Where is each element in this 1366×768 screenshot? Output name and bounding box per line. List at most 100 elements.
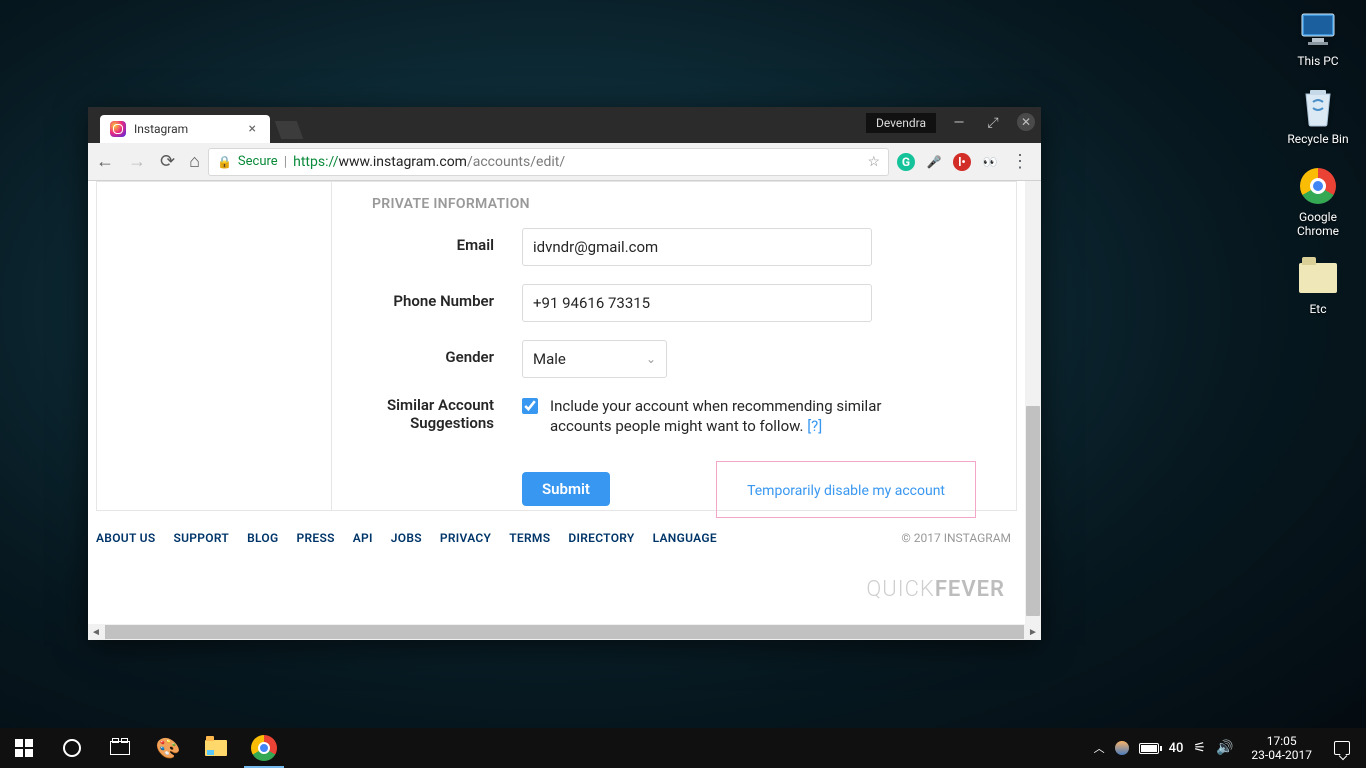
footer-link[interactable]: LANGUAGE bbox=[653, 531, 717, 545]
notification-icon bbox=[1334, 741, 1350, 755]
chrome-icon bbox=[251, 735, 277, 761]
disable-account-box: Temporarily disable my account bbox=[716, 461, 976, 518]
disable-account-link[interactable]: Temporarily disable my account bbox=[747, 483, 945, 499]
battery-icon[interactable] bbox=[1139, 743, 1159, 754]
bookmark-star-icon[interactable]: ☆ bbox=[867, 154, 880, 170]
page-content: PRIVATE INFORMATION Email Phone Number G… bbox=[88, 181, 1025, 624]
secure-label: Secure bbox=[238, 154, 278, 169]
horizontal-scrollbar[interactable]: ◄ ► bbox=[88, 624, 1041, 640]
scrollbar-thumb[interactable] bbox=[1026, 406, 1040, 616]
watermark: QUICKFEVER bbox=[866, 577, 1005, 602]
footer-link[interactable]: API bbox=[353, 531, 373, 545]
forward-button[interactable]: → bbox=[128, 151, 146, 172]
start-button[interactable] bbox=[0, 728, 48, 768]
clock-time: 17:05 bbox=[1251, 734, 1312, 748]
wifi-icon[interactable]: ⚟ bbox=[1193, 740, 1206, 756]
maximize-button[interactable]: ⤢ bbox=[983, 113, 1003, 133]
tab-title: Instagram bbox=[134, 122, 188, 136]
page-footer: ABOUT US SUPPORT BLOG PRESS API JOBS PRI… bbox=[96, 531, 1017, 545]
footer-link[interactable]: ABOUT US bbox=[96, 531, 155, 545]
help-link[interactable]: [?] bbox=[807, 417, 822, 435]
chevron-down-icon: ⌄ bbox=[646, 352, 656, 366]
row-phone: Phone Number bbox=[372, 284, 976, 322]
desktop-icon-this-pc[interactable]: This PC bbox=[1280, 10, 1356, 68]
taskbar-app-explorer[interactable] bbox=[192, 728, 240, 768]
desktop-icon-label: Etc bbox=[1309, 302, 1326, 316]
instagram-icon bbox=[110, 121, 126, 137]
submit-button[interactable]: Submit bbox=[522, 472, 610, 506]
taskview-button[interactable] bbox=[96, 728, 144, 768]
taskbar-right: ︿ 40 ⚟ 🔊 17:05 23-04-2017 bbox=[1086, 728, 1366, 768]
tray-temperature: 40 bbox=[1169, 741, 1184, 756]
vertical-scrollbar[interactable] bbox=[1025, 181, 1041, 624]
taskbar-app-chrome[interactable] bbox=[240, 728, 288, 768]
taskbar-app-paint[interactable]: 🎨 bbox=[144, 728, 192, 768]
gender-select[interactable]: Male ⌄ bbox=[522, 340, 667, 378]
footer-link[interactable]: TERMS bbox=[509, 531, 550, 545]
lock-icon: 🔒 bbox=[217, 155, 232, 169]
footer-link[interactable]: SUPPORT bbox=[173, 531, 229, 545]
chrome-window: Devendra — ⤢ ✕ Instagram × ← → ⟳ ⌂ 🔒 Sec… bbox=[88, 107, 1041, 640]
volume-icon[interactable]: 🔊 bbox=[1216, 740, 1233, 756]
folder-icon bbox=[1298, 258, 1338, 298]
section-title: PRIVATE INFORMATION bbox=[372, 196, 976, 212]
desktop-icon-label: This PC bbox=[1297, 54, 1338, 68]
browser-toolbar: ← → ⟳ ⌂ 🔒 Secure | https://www.instagram… bbox=[88, 143, 1041, 181]
lastpass-icon[interactable]: l• bbox=[953, 153, 971, 171]
recycle-bin-icon bbox=[1298, 88, 1338, 128]
extension-icon[interactable]: 👀 bbox=[981, 153, 999, 171]
scroll-left-icon[interactable]: ◄ bbox=[88, 627, 104, 638]
footer-link[interactable]: DIRECTORY bbox=[568, 531, 634, 545]
grammarly-icon[interactable]: G bbox=[897, 153, 915, 171]
row-email: Email bbox=[372, 228, 976, 266]
footer-copyright: © 2017 INSTAGRAM bbox=[901, 531, 1011, 545]
back-button[interactable]: ← bbox=[96, 151, 114, 172]
close-button[interactable]: ✕ bbox=[1017, 113, 1035, 131]
settings-sidebar bbox=[97, 182, 332, 510]
email-input[interactable] bbox=[522, 228, 872, 266]
new-tab-button[interactable] bbox=[275, 121, 304, 139]
chrome-icon bbox=[1298, 166, 1338, 206]
window-controls: — ⤢ ✕ bbox=[949, 113, 1035, 133]
tab-close-icon[interactable]: × bbox=[245, 121, 260, 137]
explorer-icon bbox=[205, 740, 227, 756]
label-email: Email bbox=[372, 228, 522, 254]
extensions: G 🎤 l• 👀 bbox=[897, 153, 999, 171]
footer-link[interactable]: JOBS bbox=[391, 531, 422, 545]
desktop-icon-label: Google Chrome bbox=[1280, 210, 1356, 238]
desktop-icons: This PC Recycle Bin Google Chrome Etc bbox=[1280, 10, 1356, 316]
tab-instagram[interactable]: Instagram × bbox=[100, 115, 270, 143]
row-gender: Gender Male ⌄ bbox=[372, 340, 976, 378]
taskbar: 🎨 ︿ 40 ⚟ 🔊 17:05 23-04-2017 bbox=[0, 728, 1366, 768]
tray-overflow-button[interactable]: ︿ bbox=[1094, 740, 1105, 756]
weather-icon[interactable] bbox=[1115, 741, 1129, 755]
clock-date: 23-04-2017 bbox=[1251, 748, 1312, 762]
footer-link[interactable]: PRESS bbox=[296, 531, 334, 545]
address-bar[interactable]: 🔒 Secure | https://www.instagram.com/acc… bbox=[208, 148, 889, 176]
chrome-user-badge[interactable]: Devendra bbox=[866, 113, 936, 133]
minimize-button[interactable]: — bbox=[949, 113, 969, 133]
scroll-right-icon[interactable]: ► bbox=[1025, 627, 1041, 638]
phone-input[interactable] bbox=[522, 284, 872, 322]
row-similar: Similar Account Suggestions Include your… bbox=[372, 396, 976, 437]
footer-link[interactable]: PRIVACY bbox=[440, 531, 491, 545]
system-tray: ︿ 40 ⚟ 🔊 bbox=[1086, 740, 1242, 756]
footer-link[interactable]: BLOG bbox=[247, 531, 278, 545]
hscroll-thumb[interactable] bbox=[105, 625, 1024, 639]
taskbar-clock[interactable]: 17:05 23-04-2017 bbox=[1241, 734, 1322, 763]
settings-form: PRIVATE INFORMATION Email Phone Number G… bbox=[332, 182, 1016, 510]
desktop-icon-etc[interactable]: Etc bbox=[1280, 258, 1356, 316]
action-center-button[interactable] bbox=[1322, 728, 1362, 768]
taskview-icon bbox=[110, 741, 130, 755]
chrome-menu-button[interactable]: ⋮ bbox=[1007, 151, 1033, 172]
row-actions: Submit Temporarily disable my account bbox=[372, 455, 976, 518]
reload-button[interactable]: ⟳ bbox=[160, 151, 175, 172]
home-button[interactable]: ⌂ bbox=[189, 151, 200, 172]
cortana-button[interactable] bbox=[48, 728, 96, 768]
microphone-icon[interactable]: 🎤 bbox=[925, 153, 943, 171]
label-gender: Gender bbox=[372, 340, 522, 366]
desktop-icon-recycle-bin[interactable]: Recycle Bin bbox=[1280, 88, 1356, 146]
desktop-icon-google-chrome[interactable]: Google Chrome bbox=[1280, 166, 1356, 238]
similar-checkbox[interactable] bbox=[522, 398, 538, 414]
pc-icon bbox=[1298, 10, 1338, 50]
